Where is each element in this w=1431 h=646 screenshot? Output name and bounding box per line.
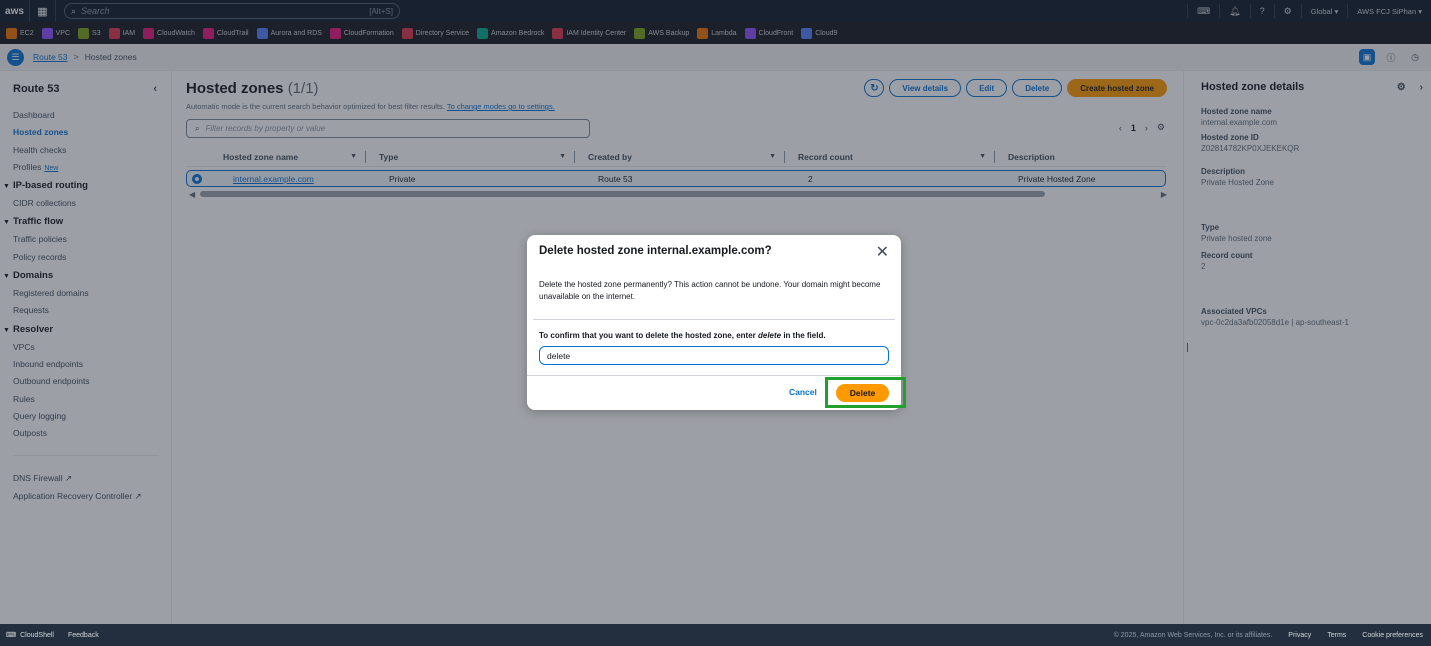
terms-link[interactable]: Terms (1327, 632, 1346, 639)
cookie-preferences-link[interactable]: Cookie preferences (1362, 632, 1423, 639)
cancel-button[interactable]: Cancel (789, 387, 817, 397)
terminal-icon: ⌨ (6, 632, 17, 639)
close-icon[interactable]: ✕ (876, 242, 889, 262)
confirm-label: To confirm that you want to delete the h… (539, 331, 826, 340)
dialog-message: Delete the hosted zone permanently? This… (539, 280, 881, 301)
copyright: © 2025, Amazon Web Services, Inc. or its… (1113, 631, 1273, 639)
divider (527, 375, 901, 376)
feedback-link[interactable]: Feedback (68, 632, 99, 639)
confirm-keyword: delete (757, 331, 782, 340)
divider (533, 319, 895, 320)
panel-resize-handle[interactable] (1187, 343, 1188, 352)
confirm-delete-input[interactable] (539, 346, 889, 365)
dialog-title: Delete hosted zone internal.example.com? (539, 245, 772, 257)
confirm-delete-button[interactable]: Delete (836, 384, 889, 402)
privacy-link[interactable]: Privacy (1288, 632, 1311, 639)
cloudshell-label: CloudShell (20, 631, 54, 639)
cloudshell-link[interactable]: ⌨ CloudShell (6, 631, 54, 640)
confirm-suffix: in the field. (781, 331, 826, 340)
confirm-prefix: To confirm that you want to delete the h… (539, 331, 758, 340)
footer: ⌨ CloudShell Feedback © 2025, Amazon Web … (0, 624, 1431, 646)
